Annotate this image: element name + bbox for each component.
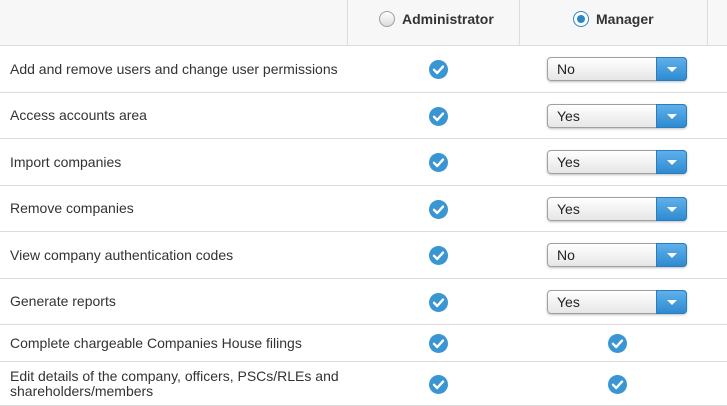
- role-column-administrator: Administrator: [347, 0, 519, 45]
- permission-row: Add and remove users and change user per…: [0, 46, 727, 93]
- role-option-administrator[interactable]: Administrator: [379, 11, 494, 27]
- manager-permission-select[interactable]: Yes: [547, 290, 687, 314]
- chevron-down-icon[interactable]: [656, 104, 687, 128]
- role-column-manager: Manager: [519, 0, 707, 45]
- check-circle-icon: [608, 375, 627, 394]
- check-circle-icon: [429, 375, 448, 394]
- permission-label: Remove companies: [10, 200, 134, 216]
- manager-permission-select[interactable]: No: [547, 57, 687, 81]
- check-circle-icon: [429, 200, 448, 219]
- manager-permission-select[interactable]: No: [547, 243, 687, 267]
- permission-label: Access accounts area: [10, 107, 147, 123]
- manager-permission-select[interactable]: Yes: [547, 104, 687, 128]
- permission-label: Edit details of the company, officers, P…: [10, 367, 339, 399]
- check-circle-icon: [429, 246, 448, 265]
- chevron-down-icon[interactable]: [656, 290, 687, 314]
- role-label: Administrator: [402, 11, 494, 27]
- chevron-down-icon[interactable]: [656, 57, 687, 81]
- permission-label: Import companies: [10, 153, 122, 170]
- header-spacer: [707, 0, 727, 45]
- check-circle-icon: [608, 334, 627, 353]
- radio-selected-icon[interactable]: [573, 11, 589, 27]
- permission-label: View company authentication codes: [10, 246, 234, 263]
- role-label: Manager: [596, 11, 654, 27]
- select-value: Yes: [557, 294, 580, 310]
- permission-row: Complete chargeable Companies House fili…: [0, 325, 727, 362]
- chevron-down-icon[interactable]: [656, 197, 687, 221]
- permission-row: Generate reports Yes: [0, 279, 727, 325]
- permission-row: Edit details of the company, officers, P…: [0, 362, 727, 406]
- chevron-down-icon[interactable]: [656, 243, 687, 267]
- manager-permission-select[interactable]: Yes: [547, 150, 687, 174]
- role-option-manager[interactable]: Manager: [573, 11, 654, 27]
- check-circle-icon: [429, 293, 448, 312]
- radio-unselected-icon[interactable]: [379, 11, 395, 27]
- permissions-header: Administrator Manager: [0, 0, 727, 46]
- check-circle-icon: [429, 334, 448, 353]
- select-value: Yes: [557, 108, 580, 124]
- check-circle-icon: [429, 153, 448, 172]
- check-circle-icon: [429, 60, 448, 79]
- permission-label: Add and remove users and change user per…: [10, 60, 338, 77]
- permission-row: Access accounts area Yes: [0, 93, 727, 139]
- chevron-down-icon[interactable]: [656, 150, 687, 174]
- permission-label: Generate reports: [10, 293, 116, 309]
- permission-row: Remove companies Yes: [0, 186, 727, 232]
- select-value: Yes: [557, 201, 580, 217]
- select-value: Yes: [557, 154, 580, 170]
- manager-permission-select[interactable]: Yes: [547, 197, 687, 221]
- permission-row: View company authentication codes No: [0, 232, 727, 279]
- permission-row: Import companies Yes: [0, 139, 727, 186]
- select-value: No: [557, 61, 575, 77]
- select-value: No: [557, 247, 575, 263]
- check-circle-icon: [429, 107, 448, 126]
- permission-label: Complete chargeable Companies House fili…: [10, 334, 302, 351]
